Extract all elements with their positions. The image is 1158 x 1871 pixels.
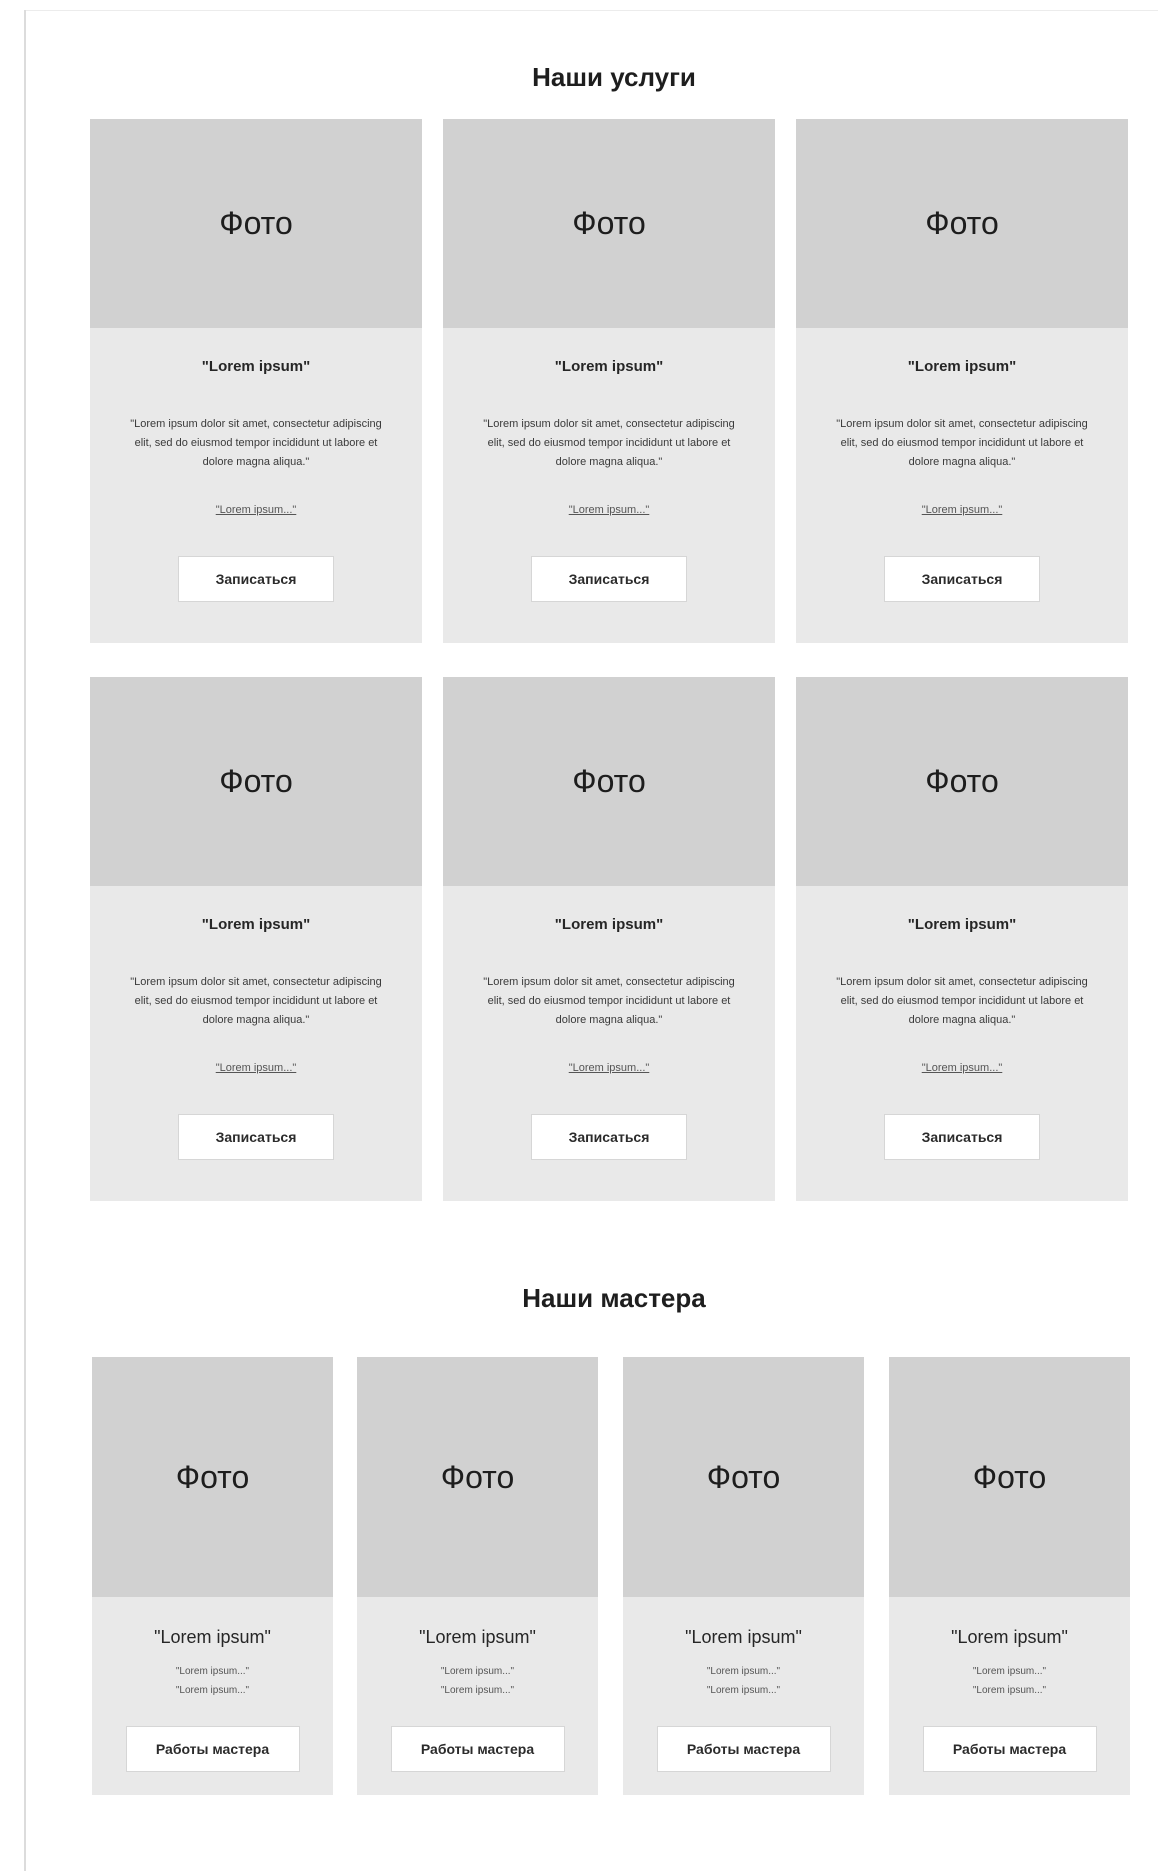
master-photo-placeholder: Фото <box>92 1357 333 1597</box>
service-photo-placeholder: Фото <box>796 119 1128 328</box>
service-title: "Lorem ipsum" <box>554 358 664 375</box>
master-name: "Lorem ipsum" <box>419 1627 536 1647</box>
master-info-line: "Lorem ipsum..." <box>175 1666 250 1677</box>
sign-up-button[interactable]: Записаться <box>884 1114 1040 1160</box>
service-photo-placeholder: Фото <box>443 119 775 328</box>
masters-title: Наши мастера <box>522 1283 706 1313</box>
service-card: Фото "Lorem ipsum" "Lorem ipsum dolor si… <box>90 119 422 643</box>
master-works-button[interactable]: Работы мастера <box>922 1726 1097 1772</box>
service-title: "Lorem ipsum" <box>201 358 311 375</box>
master-info-line: "Lorem ipsum..." <box>440 1666 515 1677</box>
master-name: "Lorem ipsum" <box>951 1627 1068 1647</box>
service-link[interactable]: "Lorem ipsum..." <box>90 504 422 516</box>
service-card: Фото "Lorem ipsum" "Lorem ipsum dolor si… <box>796 119 1128 643</box>
service-link[interactable]: "Lorem ipsum..." <box>796 1062 1128 1074</box>
service-description: "Lorem ipsum dolor sit amet, consectetur… <box>130 976 382 1026</box>
service-description: "Lorem ipsum dolor sit amet, consectetur… <box>130 418 382 468</box>
master-photo-placeholder: Фото <box>623 1357 864 1597</box>
page-left-border <box>24 10 26 1871</box>
master-info-line: "Lorem ipsum..." <box>706 1666 781 1677</box>
master-works-button[interactable]: Работы мастера <box>125 1726 300 1772</box>
master-works-button[interactable]: Работы мастера <box>656 1726 831 1772</box>
service-photo-placeholder: Фото <box>90 119 422 328</box>
service-description: "Lorem ipsum dolor sit amet, consectetur… <box>483 976 735 1026</box>
master-info-line: "Lorem ipsum..." <box>972 1685 1047 1696</box>
service-description: "Lorem ipsum dolor sit amet, consectetur… <box>836 418 1088 468</box>
master-card: Фото "Lorem ipsum" "Lorem ipsum..." "Lor… <box>889 1357 1130 1795</box>
service-title: "Lorem ipsum" <box>201 916 311 933</box>
master-card: Фото "Lorem ipsum" "Lorem ipsum..." "Lor… <box>357 1357 598 1795</box>
master-name: "Lorem ipsum" <box>685 1627 802 1647</box>
sign-up-button[interactable]: Записаться <box>178 1114 334 1160</box>
service-link[interactable]: "Lorem ipsum..." <box>90 1062 422 1074</box>
master-info-line: "Lorem ipsum..." <box>972 1666 1047 1677</box>
service-title: "Lorem ipsum" <box>907 358 1017 375</box>
master-info-line: "Lorem ipsum..." <box>175 1685 250 1696</box>
master-name: "Lorem ipsum" <box>154 1627 271 1647</box>
service-card: Фото "Lorem ipsum" "Lorem ipsum dolor si… <box>443 677 775 1201</box>
service-card: Фото "Lorem ipsum" "Lorem ipsum dolor si… <box>90 677 422 1201</box>
master-works-button[interactable]: Работы мастера <box>390 1726 565 1772</box>
master-info-line: "Lorem ipsum..." <box>706 1685 781 1696</box>
master-card: Фото "Lorem ipsum" "Lorem ipsum..." "Lor… <box>623 1357 864 1795</box>
master-info-line: "Lorem ipsum..." <box>440 1685 515 1696</box>
service-card: Фото "Lorem ipsum" "Lorem ipsum dolor si… <box>796 677 1128 1201</box>
master-photo-placeholder: Фото <box>889 1357 1130 1597</box>
sign-up-button[interactable]: Записаться <box>531 556 687 602</box>
sign-up-button[interactable]: Записаться <box>884 556 1040 602</box>
sign-up-button[interactable]: Записаться <box>531 1114 687 1160</box>
service-title: "Lorem ipsum" <box>554 916 664 933</box>
service-photo-placeholder: Фото <box>443 677 775 886</box>
service-link[interactable]: "Lorem ipsum..." <box>796 504 1128 516</box>
service-title: "Lorem ipsum" <box>907 916 1017 933</box>
service-card: Фото "Lorem ipsum" "Lorem ipsum dolor si… <box>443 119 775 643</box>
service-description: "Lorem ipsum dolor sit amet, consectetur… <box>836 976 1088 1026</box>
master-card: Фото "Lorem ipsum" "Lorem ipsum..." "Lor… <box>92 1357 333 1795</box>
service-link[interactable]: "Lorem ipsum..." <box>443 504 775 516</box>
service-description: "Lorem ipsum dolor sit amet, consectetur… <box>483 418 735 468</box>
service-photo-placeholder: Фото <box>796 677 1128 886</box>
page-top-border <box>24 10 1158 11</box>
master-photo-placeholder: Фото <box>357 1357 598 1597</box>
service-photo-placeholder: Фото <box>90 677 422 886</box>
sign-up-button[interactable]: Записаться <box>178 556 334 602</box>
services-title: Наши услуги <box>532 62 696 92</box>
service-link[interactable]: "Lorem ipsum..." <box>443 1062 775 1074</box>
